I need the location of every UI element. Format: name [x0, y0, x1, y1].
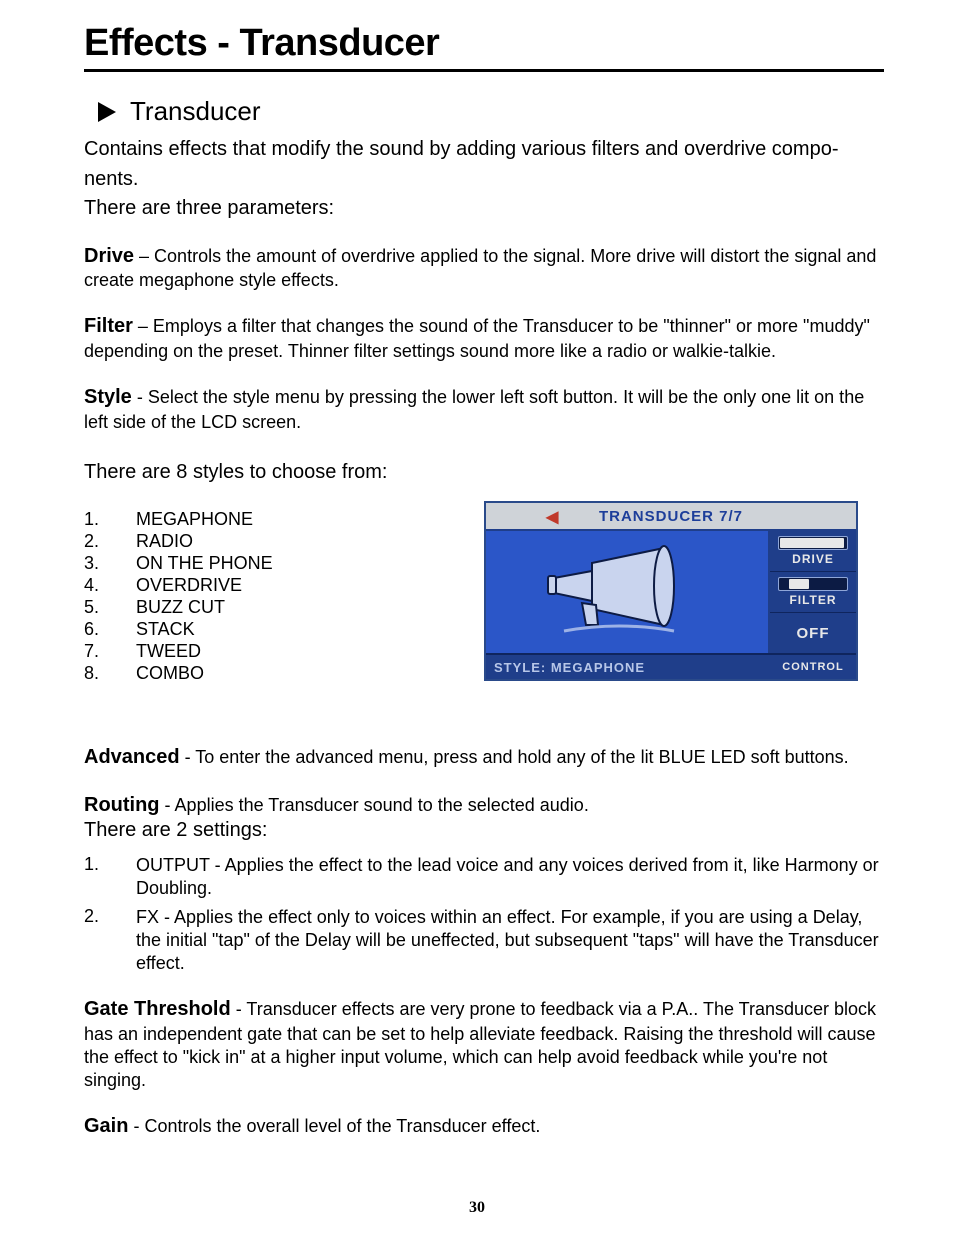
list-item: 5.BUZZ CUT	[84, 597, 444, 618]
routing-label: Routing	[84, 794, 160, 816]
intro-line-1: Contains effects that modify the sound b…	[84, 137, 884, 163]
param-gain: Gain - Controls the overall level of the…	[84, 1114, 884, 1140]
drive-bar-icon	[778, 536, 848, 550]
list-item: 3.ON THE PHONE	[84, 553, 444, 574]
section-heading-row: Transducer	[98, 96, 884, 127]
filter-sep: –	[133, 316, 153, 336]
filter-text: Employs a filter that changes the sound …	[84, 316, 870, 361]
lcd-col: ◀ TRANSDUCER 7/7	[484, 501, 884, 681]
megaphone-icon	[544, 543, 694, 643]
list-item: 1.OUTPUT - Applies the effect to the lea…	[84, 854, 884, 900]
lcd-title: TRANSDUCER 7/7	[599, 508, 743, 525]
param-drive: Drive – Controls the amount of overdrive…	[84, 244, 884, 293]
lcd-footer: STYLE: MEGAPHONE CONTROL	[486, 653, 856, 679]
param-routing: Routing - Applies the Transducer sound t…	[84, 793, 884, 975]
style-sep: -	[132, 387, 148, 407]
style-text: Select the style menu by pressing the lo…	[84, 387, 864, 432]
triangle-right-icon	[98, 102, 116, 122]
arrow-left-icon: ◀	[546, 507, 559, 527]
param-filter: Filter – Employs a filter that changes t…	[84, 314, 884, 363]
list-item: 2.RADIO	[84, 531, 444, 552]
styles-and-lcd-row: 1.MEGAPHONE 2.RADIO 3.ON THE PHONE 4.OVE…	[84, 501, 884, 685]
title-rule	[84, 69, 884, 72]
list-item: 8.COMBO	[84, 663, 444, 684]
styles-intro: There are 8 styles to choose from:	[84, 460, 884, 486]
list-item: 6.STACK	[84, 619, 444, 640]
drive-sep: –	[134, 246, 154, 266]
gain-label: Gain	[84, 1115, 128, 1137]
gain-sep: -	[128, 1116, 144, 1136]
routing-list: 1.OUTPUT - Applies the effect to the lea…	[84, 854, 884, 975]
list-item: 1.MEGAPHONE	[84, 509, 444, 530]
list-item: 2.FX - Applies the effect only to voices…	[84, 906, 884, 975]
lcd-main: DRIVE FILTER OFF	[486, 531, 856, 653]
lcd-footer-right: CONTROL	[770, 661, 856, 673]
list-item: 4.OVERDRIVE	[84, 575, 444, 596]
lcd-side-filter: FILTER	[770, 572, 856, 613]
lcd-side: DRIVE FILTER OFF	[770, 531, 856, 653]
intro-line-2: nents.	[84, 167, 884, 193]
lcd-off-label: OFF	[797, 625, 830, 642]
routing-sep: -	[160, 795, 175, 815]
param-gate: Gate Threshold - Transducer effects are …	[84, 997, 884, 1092]
advanced-label: Advanced	[84, 746, 180, 768]
page-title: Effects - Transducer	[84, 22, 884, 65]
advanced-sep: -	[180, 747, 196, 767]
lcd-canvas	[486, 531, 770, 653]
lcd-screenshot: ◀ TRANSDUCER 7/7	[484, 501, 858, 681]
filter-label: Filter	[84, 315, 133, 337]
routing-text: Applies the Transducer sound to the sele…	[175, 795, 589, 815]
intro-line-3: There are three parameters:	[84, 196, 884, 222]
lcd-side-control: OFF	[770, 613, 856, 653]
drive-label: Drive	[84, 245, 134, 267]
gate-label: Gate Threshold	[84, 998, 231, 1020]
drive-text: Controls the amount of overdrive applied…	[84, 246, 876, 291]
section-heading: Transducer	[130, 96, 261, 127]
page-number: 30	[0, 1199, 954, 1217]
advanced-text: To enter the advanced menu, press and ho…	[195, 747, 848, 767]
param-advanced: Advanced - To enter the advanced menu, p…	[84, 745, 884, 771]
lcd-titlebar: ◀ TRANSDUCER 7/7	[486, 503, 856, 531]
list-item: 7.TWEED	[84, 641, 444, 662]
gain-text: Controls the overall level of the Transd…	[144, 1116, 540, 1136]
document-page: Effects - Transducer Transducer Contains…	[0, 0, 954, 1235]
styles-list: 1.MEGAPHONE 2.RADIO 3.ON THE PHONE 4.OVE…	[84, 509, 444, 684]
lcd-footer-left: STYLE: MEGAPHONE	[486, 660, 770, 675]
param-style: Style - Select the style menu by pressin…	[84, 385, 884, 434]
gate-sep: -	[231, 999, 247, 1019]
filter-bar-icon	[778, 577, 848, 591]
style-label: Style	[84, 386, 132, 408]
lcd-side-drive: DRIVE	[770, 531, 856, 572]
routing-sub: There are 2 settings:	[84, 818, 884, 844]
styles-list-col: 1.MEGAPHONE 2.RADIO 3.ON THE PHONE 4.OVE…	[84, 501, 444, 685]
